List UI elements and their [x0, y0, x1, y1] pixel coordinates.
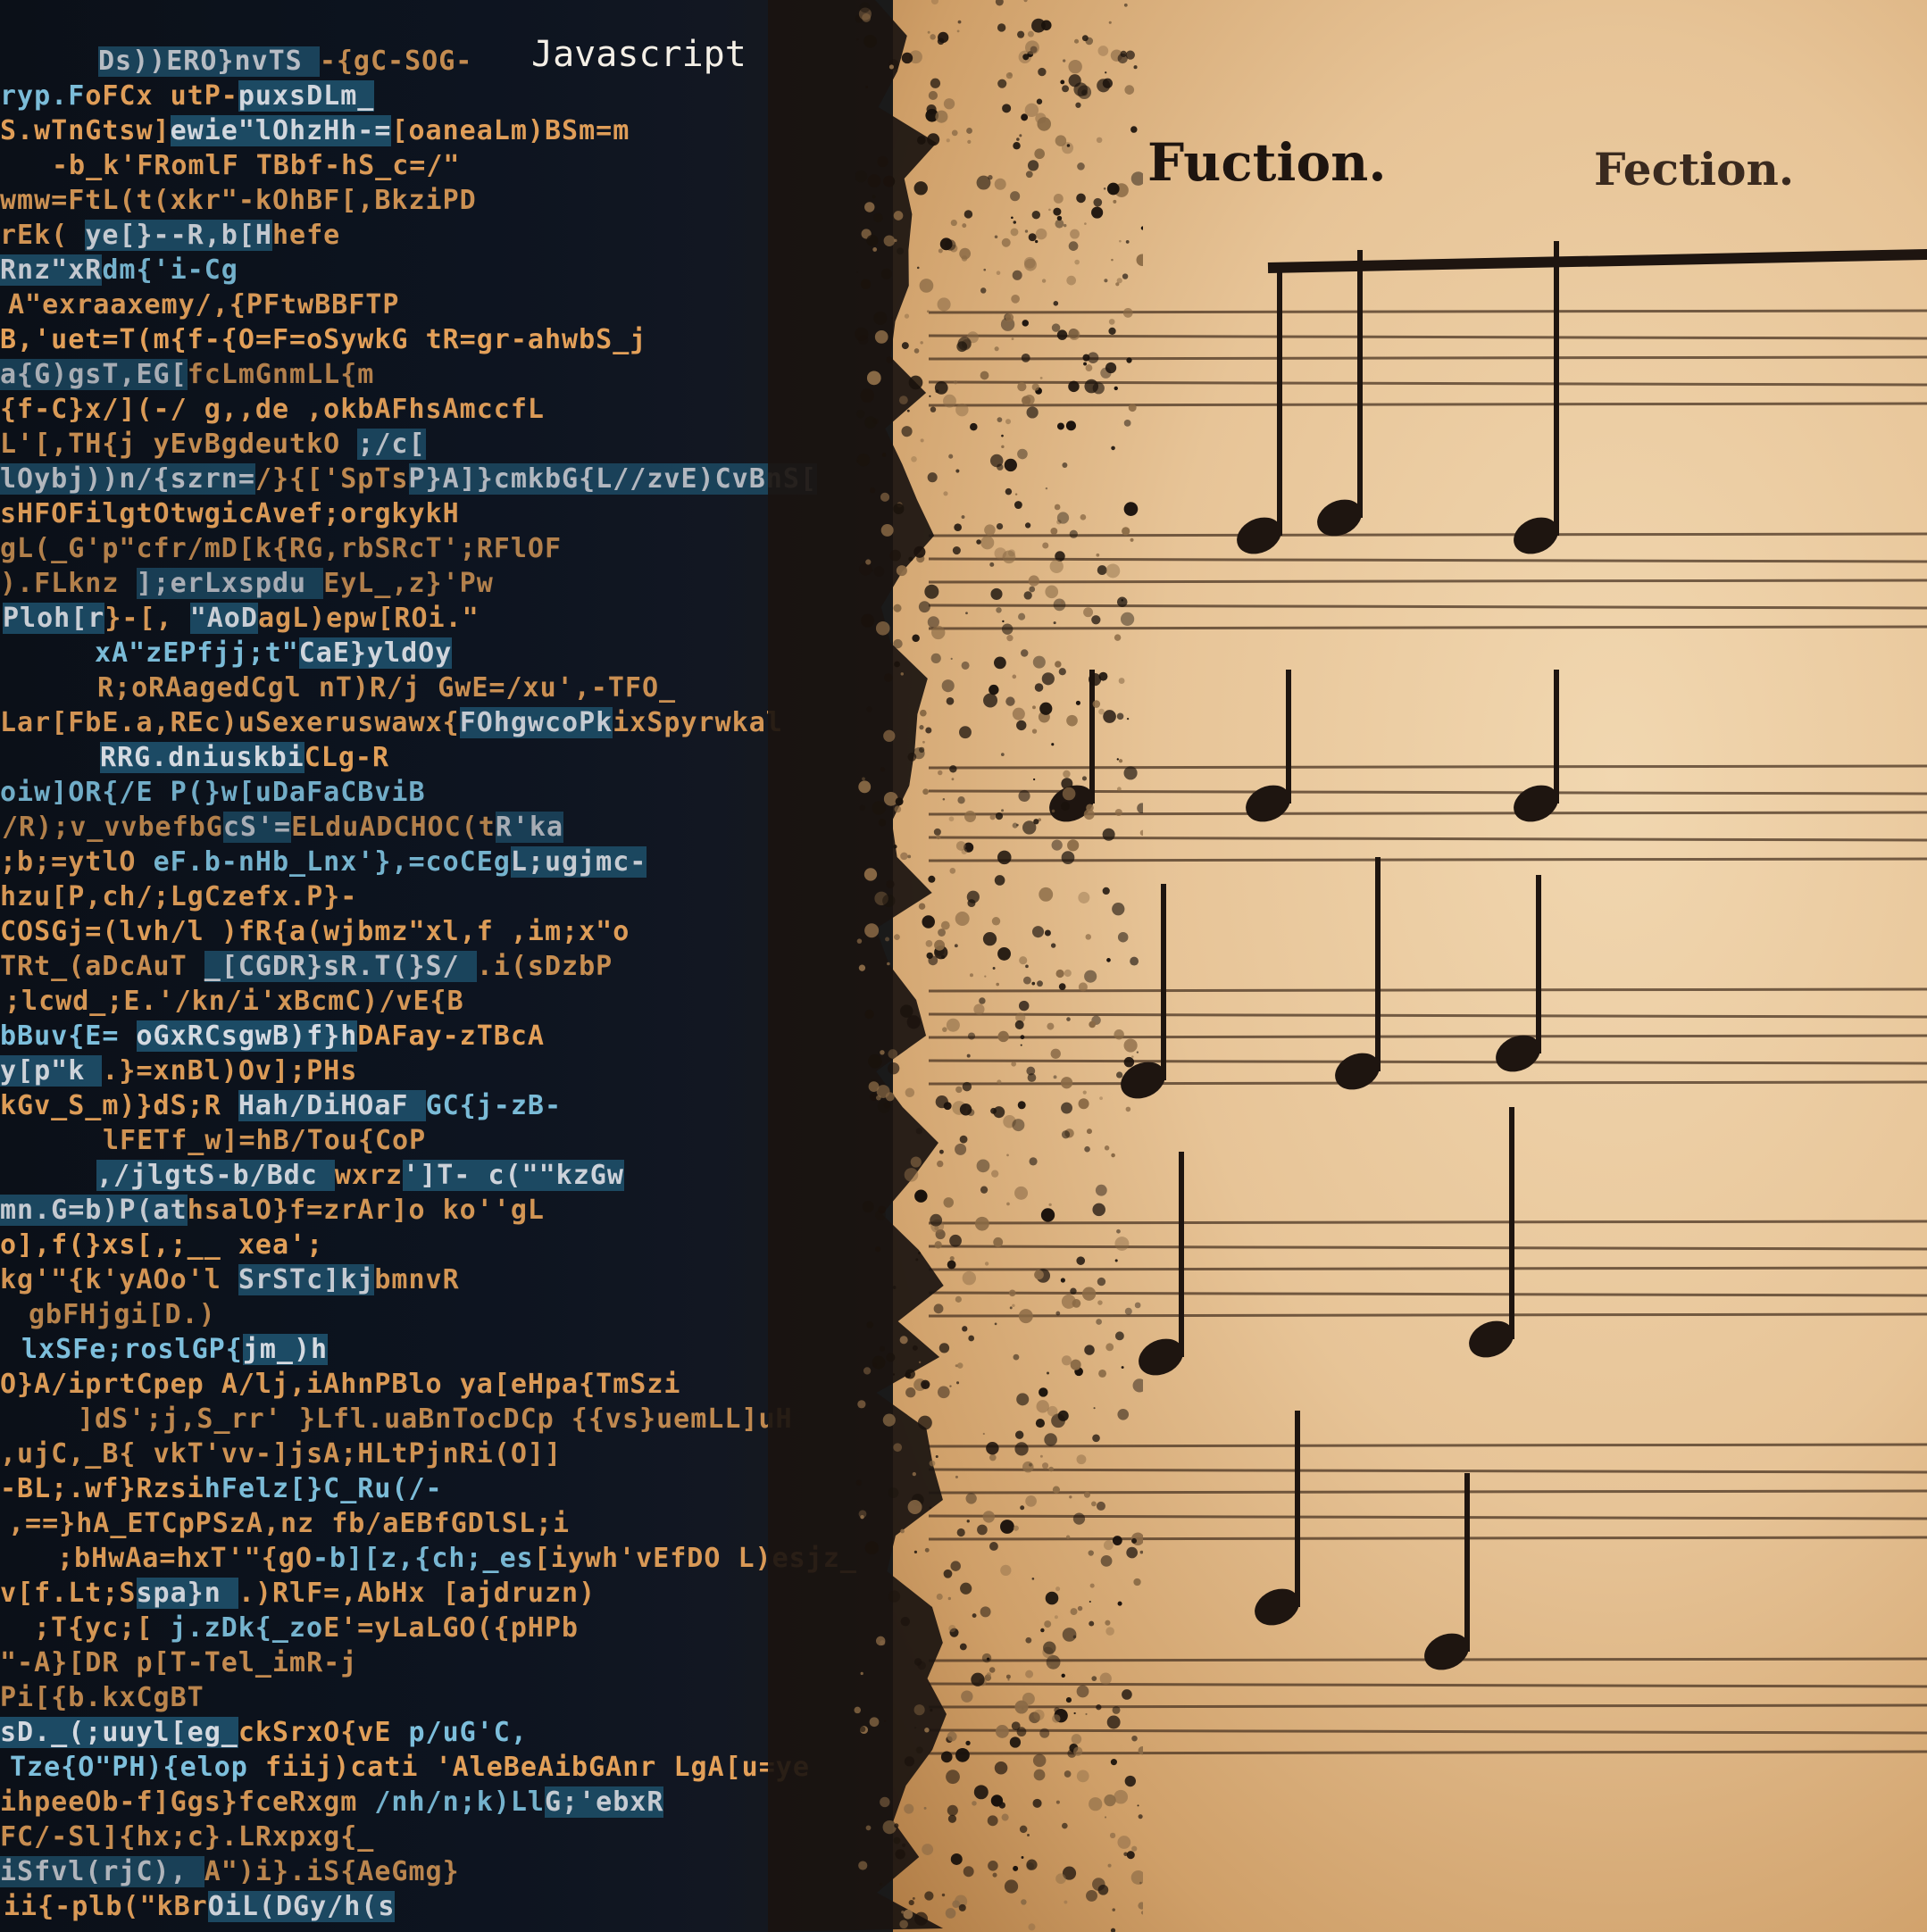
code-line: Ploh[r}-[, "AoDagL)epw[ROi." [3, 603, 480, 634]
code-line: oiw]OR{/E P(}w[uDaFaCBviB [0, 777, 426, 808]
code-line: lOybj))n/{szrn=/}{['SpTsP}A]}cmkbG{L//zv… [0, 463, 817, 495]
torn-paper-edge [768, 0, 1143, 1932]
score-title-left: Fuction. [1147, 132, 1387, 193]
code-line: wmw=FtL(t(xkr"-kOhBF[,BkziPD [0, 185, 477, 216]
code-line: Lar[FbE.a,REc)uSexeruswawx{FOhgwcoPkixSp… [0, 707, 783, 738]
code-line: o],f(}xs[,;__ xea'; [0, 1229, 324, 1261]
code-line: gbFHjgi[D.) [29, 1299, 216, 1330]
music-note-icon [1469, 1107, 1514, 1358]
code-line: Pi[{b.kxCgBT [0, 1682, 204, 1713]
code-line: ryp.FoFCx utP-puxsDLm_ [0, 80, 375, 112]
code-line: kg'"{k'yAOo'l SrSTc]kjbmnvR [0, 1264, 460, 1295]
music-note-icon [1514, 670, 1559, 822]
score-title-right: Fection. [1594, 143, 1795, 196]
code-line: v[f.Lt;Sspa}n .)RlF=,AbHx [ajdruzn) [0, 1578, 596, 1609]
code-line: sHFOFilgtOtwgicAvef;orgkykH [0, 498, 460, 529]
code-line: -BL;.wf}RzsihFelz[}C_Ru(/- [0, 1473, 443, 1504]
music-note-icon [1255, 1411, 1300, 1626]
code-line: R;oRAagedCgl nT)R/j GwE=/xu',-TFO_ [97, 672, 677, 704]
code-line: "-A}[DR p[T-Tel_imR-j [0, 1647, 358, 1678]
code-line: ,ujC,_B{ vkT'vv-]jsA;HLtPjnRi(O]] [0, 1438, 563, 1470]
code-line: {f-C}x/](-/ g,,de ,okbAFhsAmccfL [0, 394, 545, 425]
code-line: RRG.dniuskbiCLg-R [100, 742, 390, 773]
code-line: B,'uet=T(m{f-{O=F=oSywkG tR=gr-ahwbS_j [0, 324, 647, 355]
code-line: O}A/iprtCpep A/lj,iAhnPBlo ya[eHpa{TmSzi [0, 1369, 681, 1400]
code-line: -b_k'FRomlF TBbf-hS_c=/" [52, 150, 461, 181]
code-line: hzu[P,ch/;LgCzefx.P}- [0, 881, 358, 912]
music-note-icon [1246, 670, 1291, 822]
header-code-text: Javascript [531, 34, 747, 75]
code-line: ,==}hA_ETCpPSzA,nz fb/aEBfGDlSL;i [8, 1508, 571, 1539]
code-line: L'[,TH{j yEvBgdeutkO ;/c[ [0, 429, 426, 460]
music-note-icon [1496, 875, 1541, 1072]
code-line: ;T{yc;[ j.zDk{_zoE'=yLaLGO({pHPb [34, 1612, 579, 1644]
code-line: xA"zEPfjj;t"CaE}yldOy [95, 637, 453, 669]
code-line: a{G)gsT,EG[fcLmGnmLL{m [0, 359, 375, 390]
code-line: mn.G=b)P(athsalO}f=zrAr]o ko''gL [0, 1195, 545, 1226]
code-line: ii{-plb("kBrOiL(DGy/h(s [4, 1891, 396, 1922]
code-line: kGv_S_m)}dS;R Hah/DiHOaF GC{j-zB- [0, 1090, 563, 1121]
code-line: bBuv{E= oGxRCsgwB)f}hDAFay-zTBcA [0, 1020, 545, 1052]
code-line: sD._(;uuyl[eg_ckSrxO{vE p/uG'C, [0, 1717, 528, 1748]
code-line: ,/jlgtS-b/Bdc wxrz']T- c(""kzGw [96, 1160, 624, 1191]
code-line: S.wTnGtsw]ewie"lOhzHh-=[oaneaLm)BSm=m [0, 115, 630, 146]
note-beam [1267, 248, 1927, 273]
code-line: /R);v_vvbefbGcS'=ELduADCHOC(tR'ka [2, 812, 564, 843]
code-line: lxSFe;roslGP{jm_)h [21, 1334, 329, 1365]
code-line: ;b;=ytlO eF.b-nHb_Lnx'},=coCEgL;ugjmc- [0, 846, 647, 878]
code-line: lFETf_w]=hB/Tou{CoP [103, 1125, 427, 1156]
music-note-icon [1514, 241, 1559, 554]
music-note-icon [1424, 1473, 1470, 1670]
code-line: ;bHwAa=hxT'"{gO-b][z,{ch;_es[iywh'vEfDO … [57, 1543, 856, 1574]
code-line: gL(_G'p"cfr/mD[k{RG,rbSRcT';RFlOF [0, 533, 563, 564]
code-line: iSfvl(rjC), A")i}.iS{AeGmg} [0, 1856, 460, 1887]
code-line: Rnz"xRdm{'i-Cg [0, 254, 238, 286]
code-line: A"exraaxemy/,{PFtwBBFTP [8, 289, 400, 321]
code-line: ).FLknz ];erLxspdu EyL_,z}'Pw [0, 568, 494, 599]
code-line: ihpeeOb-f]Ggs}fceRxgm /nh/n;k)LlG;'ebxR [0, 1786, 664, 1818]
code-line: FC/-Sl]{hx;c}.LRxpxg{_ [0, 1821, 375, 1853]
code-line: TRt_(aDcAuT _[CGDR}sR.T(}S/ .i(sDzbP [0, 951, 613, 982]
music-note-icon [1317, 250, 1363, 537]
code-line: COSGj=(lvh/l )fR{a(wjbmz"xl,f ,im;x"o [0, 916, 630, 947]
code-line: rEk( ye[}--R,b[Hhefe [0, 220, 341, 251]
code-screen: Ds))ERO}nvTS -{gC-SOG-ryp.FoFCx utP-puxs… [0, 0, 893, 1932]
code-line: Tze{O"PH){elop fiij)cati 'AleBeAibGAnr L… [10, 1752, 810, 1783]
code-line: y[p"k .}=xnBl)Ov];PHs [0, 1055, 358, 1087]
code-line: ]dS';j,S_rr' }Lfl.uaBnTocDCp {{vs}uemLL]… [78, 1403, 793, 1435]
code-line: ;lcwd_;E.'/kn/i'xBcmC)/vE{B [4, 986, 464, 1017]
code-music-collage: Ds))ERO}nvTS -{gC-SOG-ryp.FoFCx utP-puxs… [0, 0, 1927, 1932]
